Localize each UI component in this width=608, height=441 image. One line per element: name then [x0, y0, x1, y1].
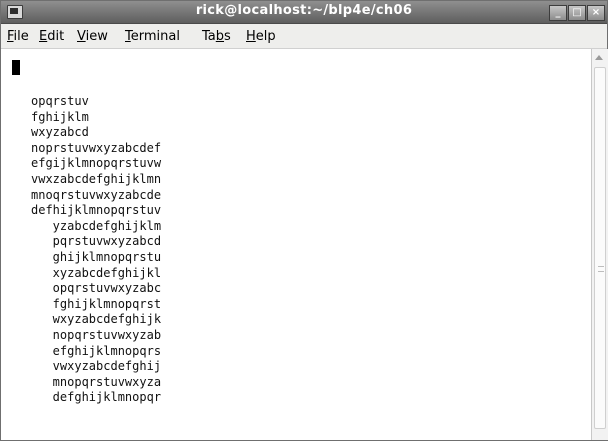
- output-line: opqrstuvwxyzabc: [31, 281, 162, 296]
- text-cursor: [12, 60, 20, 75]
- output-line: nopqrstuvwxyzab: [31, 327, 162, 342]
- output-line: vwxzabcdefghijklmn: [31, 171, 162, 186]
- menu-view-label: iew: [85, 29, 108, 44]
- menu-view-accel: V: [77, 29, 86, 44]
- terminal-output: opqrstuv fghijklm wxyzabcd noprstuvwxyza…: [31, 94, 161, 406]
- scroll-up-arrow-icon[interactable]: [595, 55, 603, 60]
- output-line: yzabcdefghijklm: [31, 218, 162, 233]
- minimize-button[interactable]: _: [549, 5, 567, 21]
- menu-view[interactable]: View: [77, 29, 108, 44]
- close-button[interactable]: ×: [587, 5, 605, 21]
- output-line: efghijklmnopqrs: [31, 343, 162, 358]
- title-bar[interactable]: rick@localhost:~/blp4e/ch06 _ □ ×: [1, 1, 607, 24]
- menu-tabs-accel: b: [215, 29, 225, 44]
- menu-tabs-label-start: Ta: [202, 29, 216, 44]
- output-line: defhijklmnopqrstuv: [31, 203, 162, 218]
- menu-file[interactable]: File: [7, 29, 29, 44]
- output-line: vwxyzabcdefghij: [31, 359, 162, 374]
- output-line: opqrstuv: [31, 94, 89, 108]
- window-title: rick@localhost:~/blp4e/ch06: [195, 3, 413, 18]
- scrollbar-grip-icon: [598, 266, 604, 272]
- maximize-button[interactable]: □: [568, 5, 586, 21]
- menu-tabs-label-end: s: [224, 29, 231, 44]
- output-line: mnoqrstuvwxyzabcde: [31, 187, 162, 202]
- menu-edit-accel: E: [39, 29, 48, 44]
- output-line: fghijklm: [31, 109, 89, 124]
- output-line: noprstuvwxyzabcdef: [31, 140, 162, 155]
- menu-help-accel: H: [246, 29, 256, 44]
- menu-bar: File Edit View Terminal Tabs Help: [1, 24, 607, 49]
- menu-edit-label: dit: [47, 29, 65, 44]
- output-line: mnopqrstuvwxyza: [31, 374, 162, 389]
- output-line: wxyzabcd: [31, 125, 89, 140]
- scrollbar-thumb[interactable]: [594, 67, 606, 429]
- menu-file-label: ile: [13, 29, 29, 44]
- output-line: ghijklmnopqrstu: [31, 249, 162, 264]
- menu-edit[interactable]: Edit: [39, 29, 64, 44]
- terminal-window: rick@localhost:~/blp4e/ch06 _ □ × File E…: [0, 0, 608, 441]
- menu-help[interactable]: Help: [246, 29, 276, 44]
- output-line: fghijklmnopqrst: [31, 296, 162, 311]
- output-line: xyzabcdefghijkl: [31, 265, 162, 280]
- menu-terminal-label: erminal: [130, 29, 180, 44]
- vertical-scrollbar[interactable]: [591, 49, 608, 440]
- output-line: wxyzabcdefghijk: [31, 312, 162, 327]
- menu-help-label: elp: [255, 29, 276, 44]
- output-line: defghijklmnopqr: [31, 390, 162, 405]
- output-line: efgijklmnopqrstuvw: [31, 156, 162, 171]
- menu-terminal[interactable]: Terminal: [125, 29, 180, 44]
- terminal-output-area[interactable]: opqrstuv fghijklm wxyzabcd noprstuvwxyza…: [1, 49, 591, 440]
- output-line: pqrstuvwxyzabcd: [31, 234, 162, 249]
- menu-tabs[interactable]: Tabs: [202, 29, 231, 44]
